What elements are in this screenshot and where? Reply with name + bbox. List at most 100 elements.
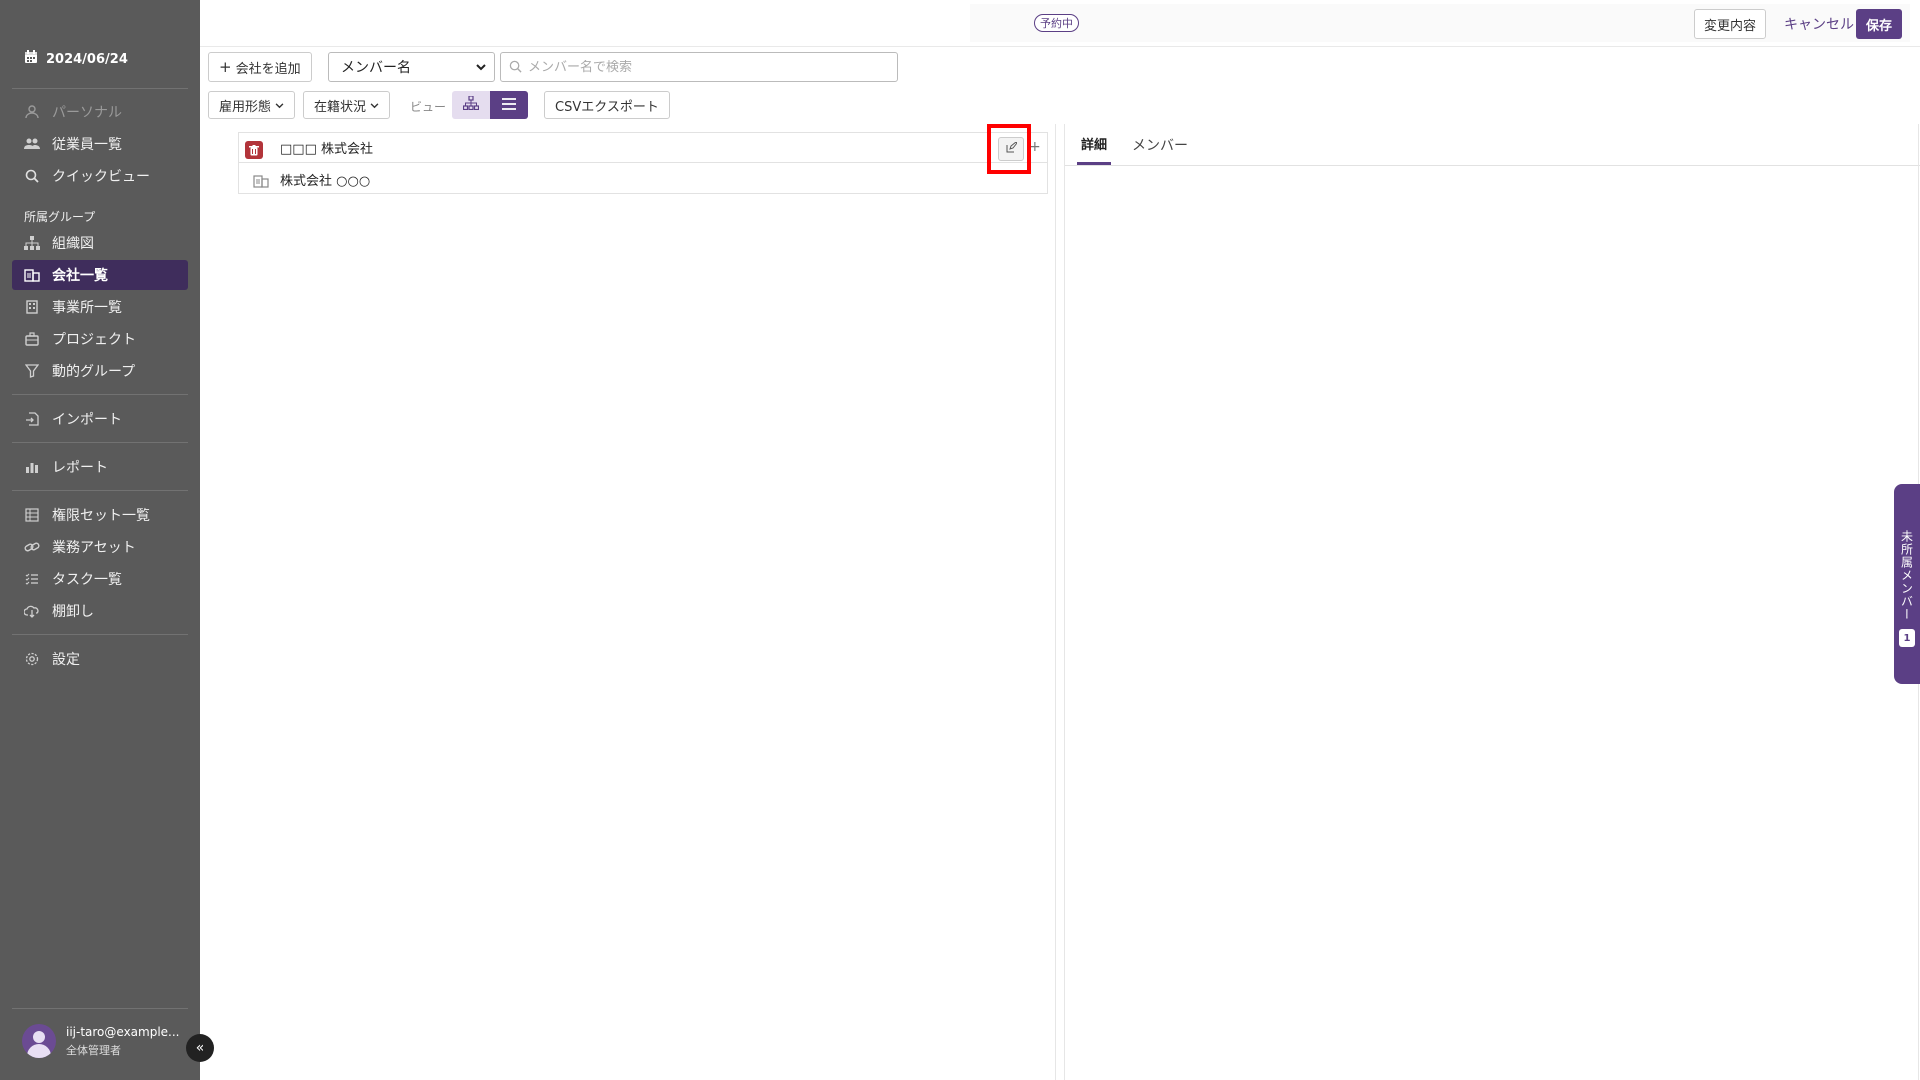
sidebar-divider — [12, 634, 188, 635]
plus-icon: + — [219, 58, 232, 76]
enrollment-status-filter[interactable]: 在籍状況 — [303, 91, 391, 119]
collapse-sidebar-button[interactable]: « — [186, 1034, 214, 1062]
sidebar-item-offices[interactable]: 事業所一覧 — [12, 292, 188, 322]
panel-divider — [1055, 124, 1056, 1080]
sidebar-item-label: 動的グループ — [52, 364, 136, 380]
company-name: □□□ 株式会社 — [280, 142, 373, 157]
add-child-icon[interactable]: + — [1029, 139, 1041, 155]
sidebar-item-label: クイックビュー — [52, 169, 150, 185]
save-button[interactable]: 保存 — [1856, 9, 1903, 39]
sidebar-item-companies[interactable]: 会社一覧 — [12, 260, 188, 290]
list-view-toggle[interactable] — [490, 91, 528, 119]
people-icon — [24, 136, 40, 152]
sidebar-divider — [12, 394, 188, 395]
filter-icon — [24, 363, 40, 379]
top-bar-background — [970, 4, 1910, 42]
table-row[interactable]: 株式会社 ○○○ — [239, 164, 1047, 194]
chevron-down-icon — [476, 59, 486, 75]
building-icon — [253, 173, 269, 189]
company-tree: □□□ 株式会社 + 株式会社 ○○○ — [238, 132, 1048, 194]
tree-view-toggle[interactable] — [452, 91, 490, 119]
sidebar-item-label: パーソナル — [52, 105, 122, 121]
panel-divider — [1064, 124, 1065, 1080]
sidebar-item-employees[interactable]: 従業員一覧 — [12, 129, 188, 159]
sidebar-item-dynamic-groups[interactable]: 動的グループ — [12, 356, 188, 386]
building-icon — [24, 267, 40, 283]
sidebar-item-quickview[interactable]: クイックビュー — [12, 161, 188, 191]
view-label: ビュー — [410, 100, 447, 114]
sidebar-item-settings[interactable]: 設定 — [12, 644, 188, 674]
current-date[interactable]: 2024/06/24 — [24, 50, 128, 68]
edit-icon — [1006, 141, 1018, 156]
sidebar-item-label: タスク一覧 — [52, 572, 122, 588]
sidebar-item-label: 従業員一覧 — [52, 137, 122, 153]
sidebar-item-org-chart[interactable]: 組織図 — [12, 228, 188, 258]
unassigned-members-count: 1 — [1899, 629, 1915, 647]
unassigned-members-drawer-tab[interactable]: 未所属メンバー 1 — [1894, 484, 1920, 684]
bar-chart-icon — [24, 459, 40, 475]
sidebar-item-label: インポート — [52, 412, 122, 428]
search-field-select[interactable]: メンバー名 — [328, 52, 495, 82]
cloud-download-icon — [24, 603, 40, 619]
sidebar: 2024/06/24 パーソナル 従業員一覧 クイックビュー 所属グループ 組織… — [0, 0, 200, 1080]
cancel-button[interactable]: キャンセル — [1776, 9, 1862, 39]
table-row[interactable]: □□□ 株式会社 + — [239, 133, 1047, 163]
tab-details[interactable]: 詳細 — [1077, 124, 1112, 165]
top-bar: 予約中 変更内容 キャンセル 保存 — [200, 0, 1920, 47]
task-list-icon — [24, 571, 40, 587]
search-input[interactable] — [528, 59, 888, 75]
sidebar-divider — [12, 1008, 188, 1009]
import-icon — [24, 411, 40, 427]
sidebar-item-personal[interactable]: パーソナル — [12, 97, 188, 127]
person-icon — [24, 104, 40, 120]
avatar — [22, 1024, 56, 1058]
search-icon — [509, 58, 522, 77]
detail-tabs: 詳細 メンバー — [1065, 124, 1920, 166]
office-icon — [24, 299, 40, 315]
chevron-down-icon — [370, 98, 379, 113]
calendar-icon — [24, 50, 38, 68]
trash-icon[interactable] — [245, 141, 263, 159]
sidebar-item-reports[interactable]: レポート — [12, 452, 188, 482]
csv-export-button[interactable]: CSVエクスポート — [544, 91, 670, 119]
sidebar-item-label: 棚卸し — [52, 604, 94, 620]
sidebar-item-import[interactable]: インポート — [12, 404, 188, 434]
status-badge: 予約中 — [1034, 14, 1079, 32]
sidebar-item-label: 業務アセット — [52, 540, 136, 556]
enrollment-status-label: 在籍状況 — [314, 99, 367, 115]
sidebar-item-projects[interactable]: プロジェクト — [12, 324, 188, 354]
user-email: iij-taro@example... — [66, 1024, 180, 1039]
link-icon — [24, 539, 40, 555]
edit-button[interactable] — [998, 137, 1024, 161]
tab-members[interactable]: メンバー — [1132, 124, 1188, 166]
current-date-text: 2024/06/24 — [46, 51, 128, 67]
sidebar-section-groups: 所属グループ — [24, 210, 96, 224]
sidebar-item-label: 事業所一覧 — [52, 300, 122, 316]
add-company-label: 会社を追加 — [235, 61, 301, 77]
sidebar-item-label: 権限セット一覧 — [52, 508, 150, 524]
grid-table-icon — [24, 507, 40, 523]
sidebar-item-assets[interactable]: 業務アセット — [12, 532, 188, 562]
org-chart-icon — [462, 95, 480, 114]
sidebar-item-label: プロジェクト — [52, 332, 136, 348]
double-chevron-left-icon: « — [195, 1040, 205, 1056]
employment-type-filter[interactable]: 雇用形態 — [208, 91, 296, 119]
list-icon — [502, 96, 516, 114]
unassigned-members-label: 未所属メンバー — [1899, 530, 1914, 621]
sidebar-item-tasks[interactable]: タスク一覧 — [12, 564, 188, 594]
sidebar-divider — [12, 490, 188, 491]
sidebar-item-permission-sets[interactable]: 権限セット一覧 — [12, 500, 188, 530]
gear-icon — [24, 651, 40, 667]
sidebar-item-label: レポート — [52, 460, 108, 476]
view-changes-button[interactable]: 変更内容 — [1694, 9, 1767, 39]
sidebar-item-inventory[interactable]: 棚卸し — [12, 596, 188, 626]
chevron-down-icon — [275, 98, 284, 113]
employment-type-label: 雇用形態 — [219, 99, 272, 115]
company-name: 株式会社 ○○○ — [280, 173, 371, 189]
add-company-button[interactable]: + 会社を追加 — [208, 52, 312, 82]
briefcase-icon — [24, 331, 40, 347]
sidebar-item-label: 会社一覧 — [52, 268, 108, 284]
user-profile[interactable]: iij-taro@example... 全体管理者 — [22, 1024, 180, 1058]
search-field-selected: メンバー名 — [341, 60, 411, 76]
search-box — [500, 52, 898, 82]
